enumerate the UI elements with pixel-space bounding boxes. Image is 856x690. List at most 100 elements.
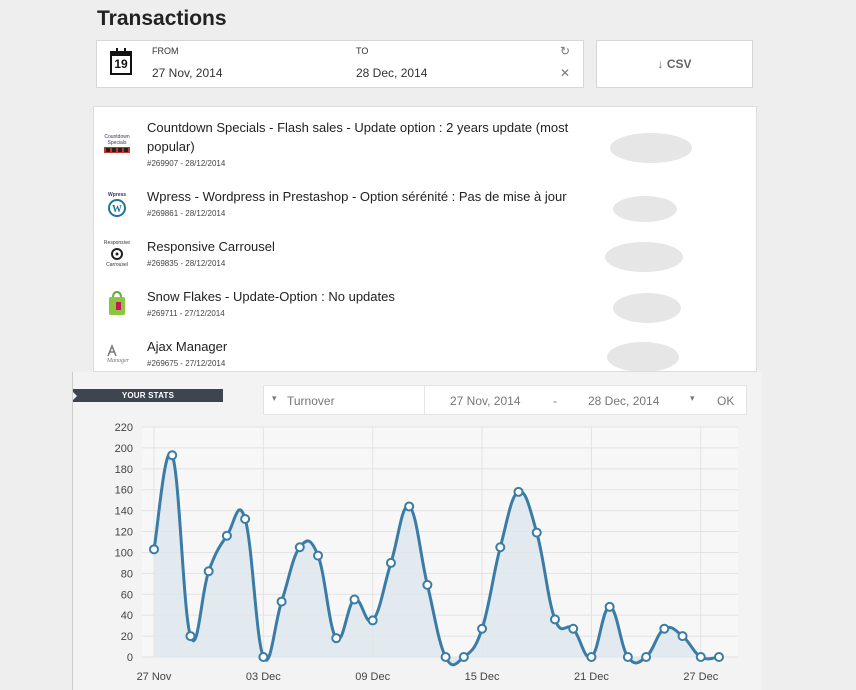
stats-tab[interactable]: YOUR STATS [73, 389, 223, 402]
svg-text:W: W [112, 204, 122, 215]
amount-placeholder [613, 196, 677, 222]
turnover-chart: 0 20 40 60 80 100 120 140 160 180 200 220 27 Nov 03 D… [115, 422, 738, 683]
y-tick-label: 200 [115, 443, 133, 455]
data-point [586, 652, 597, 662]
transaction-meta: #269711 - 27/12/2014 [147, 309, 225, 318]
x-tick-label: 27 Dec [683, 671, 718, 683]
data-point [622, 652, 633, 662]
data-point [349, 594, 360, 605]
logo-text-specials: Specials [108, 140, 127, 146]
y-tick-label: 180 [115, 464, 133, 476]
data-point [531, 527, 542, 538]
y-tick-label: 100 [115, 547, 133, 559]
data-point [185, 631, 196, 642]
stats-filter-bar: ▾ Turnover 27 Nov, 2014 - 28 Dec, 2014 ▾… [263, 385, 747, 415]
data-point [149, 544, 159, 555]
data-point [440, 652, 451, 662]
y-tick-label: 20 [121, 631, 133, 643]
logo-text-manager: Manager [106, 358, 130, 364]
x-tick-label: 27 Nov [137, 671, 172, 683]
data-point [549, 614, 560, 625]
carrousel-logo: Responsive Carrousel [102, 238, 132, 268]
y-tick-label: 160 [115, 485, 133, 497]
list-item[interactable]: Manager Ajax Manager #269675 - 27/12/201… [94, 336, 756, 371]
y-tick-label: 0 [127, 652, 133, 664]
amount-placeholder [613, 293, 681, 323]
data-point [404, 501, 415, 512]
logo-text-carrousel: Carrousel [106, 262, 128, 268]
y-tick-label: 220 [115, 422, 133, 434]
data-point [568, 623, 579, 634]
ok-button[interactable]: OK [717, 394, 734, 408]
stats-from-date[interactable]: 27 Nov, 2014 [450, 394, 521, 408]
y-tick-label: 80 [121, 568, 133, 580]
x-tick-label: 03 Dec [246, 671, 281, 683]
data-point [714, 652, 724, 662]
data-point [385, 557, 396, 568]
y-tick-label: 140 [115, 506, 133, 518]
data-point [240, 514, 251, 524]
data-point [604, 601, 615, 612]
logo-text-wpress: Wpress [108, 192, 126, 198]
y-tick-label: 40 [121, 610, 133, 622]
transaction-name[interactable]: Snow Flakes - Update-Option : No updates [147, 287, 602, 306]
transaction-name[interactable]: Ajax Manager [147, 337, 602, 356]
data-point [513, 486, 524, 497]
data-point [167, 450, 178, 461]
list-item[interactable]: Countdown Specials Countdown Specials - … [94, 117, 756, 168]
transaction-meta: #269835 - 28/12/2014 [147, 259, 226, 268]
list-item[interactable]: Snow Flakes - Update-Option : No updates… [94, 286, 756, 336]
close-icon[interactable]: ✕ [560, 66, 570, 80]
data-point [203, 566, 214, 577]
range-separator: - [553, 394, 557, 408]
filter-divider [424, 386, 425, 414]
data-point [477, 623, 488, 634]
refresh-icon[interactable]: ↻ [560, 44, 570, 58]
metric-select[interactable]: Turnover [287, 394, 335, 408]
data-point [495, 542, 506, 553]
data-point [294, 542, 305, 553]
data-point [422, 579, 433, 590]
data-point [641, 652, 652, 662]
transaction-name[interactable]: Wpress - Wordpress in Prestashop - Optio… [147, 187, 602, 206]
shopping-bag-logo [102, 288, 132, 318]
data-point [313, 550, 324, 561]
to-date[interactable]: 28 Dec, 2014 [356, 66, 427, 80]
data-point [221, 530, 232, 541]
y-tick-label: 60 [121, 589, 133, 601]
data-point [458, 652, 469, 662]
data-point [331, 633, 342, 644]
range-dropdown-icon[interactable]: ▾ [690, 393, 695, 404]
transaction-meta: #269861 - 28/12/2014 [147, 209, 226, 218]
transaction-list[interactable]: Countdown Specials Countdown Specials - … [93, 106, 757, 372]
from-date[interactable]: 27 Nov, 2014 [152, 66, 223, 80]
to-label: TO [356, 46, 369, 56]
ajax-manager-logo: Manager [102, 338, 132, 368]
page-title: Transactions [97, 7, 227, 30]
x-tick-label: 09 Dec [355, 671, 390, 683]
transaction-meta: #269907 - 28/12/2014 [147, 159, 226, 168]
data-point [367, 615, 378, 626]
transaction-name[interactable]: Countdown Specials - Flash sales - Updat… [147, 118, 602, 156]
y-tick-label: 120 [115, 527, 133, 539]
calendar-icon[interactable]: 19 [110, 48, 132, 75]
logo-text-responsive: Responsive [104, 240, 130, 246]
stats-to-date[interactable]: 28 Dec, 2014 [588, 394, 659, 408]
list-item[interactable]: Wpress W Wpress - Wordpress in Prestasho… [94, 186, 756, 236]
transaction-meta: #269675 - 27/12/2014 [147, 359, 226, 368]
data-point [276, 596, 287, 607]
metric-dropdown-icon[interactable]: ▾ [272, 393, 277, 404]
amount-placeholder [610, 133, 692, 163]
data-point [677, 631, 688, 642]
data-point [258, 652, 269, 662]
amount-placeholder [605, 242, 683, 272]
wordpress-logo: Wpress W [102, 190, 132, 220]
data-point [695, 652, 706, 662]
transaction-name[interactable]: Responsive Carrousel [147, 237, 602, 256]
export-csv-button[interactable]: ↓ CSV [596, 40, 753, 88]
date-range-panel[interactable]: 19 FROM 27 Nov, 2014 TO 28 Dec, 2014 ↻ ✕ [96, 40, 584, 88]
x-tick-label: 15 Dec [465, 671, 500, 683]
amount-placeholder [607, 342, 679, 371]
list-item[interactable]: Responsive Carrousel Responsive Carrouse… [94, 236, 756, 286]
countdown-logo: Countdown Specials [102, 129, 132, 159]
